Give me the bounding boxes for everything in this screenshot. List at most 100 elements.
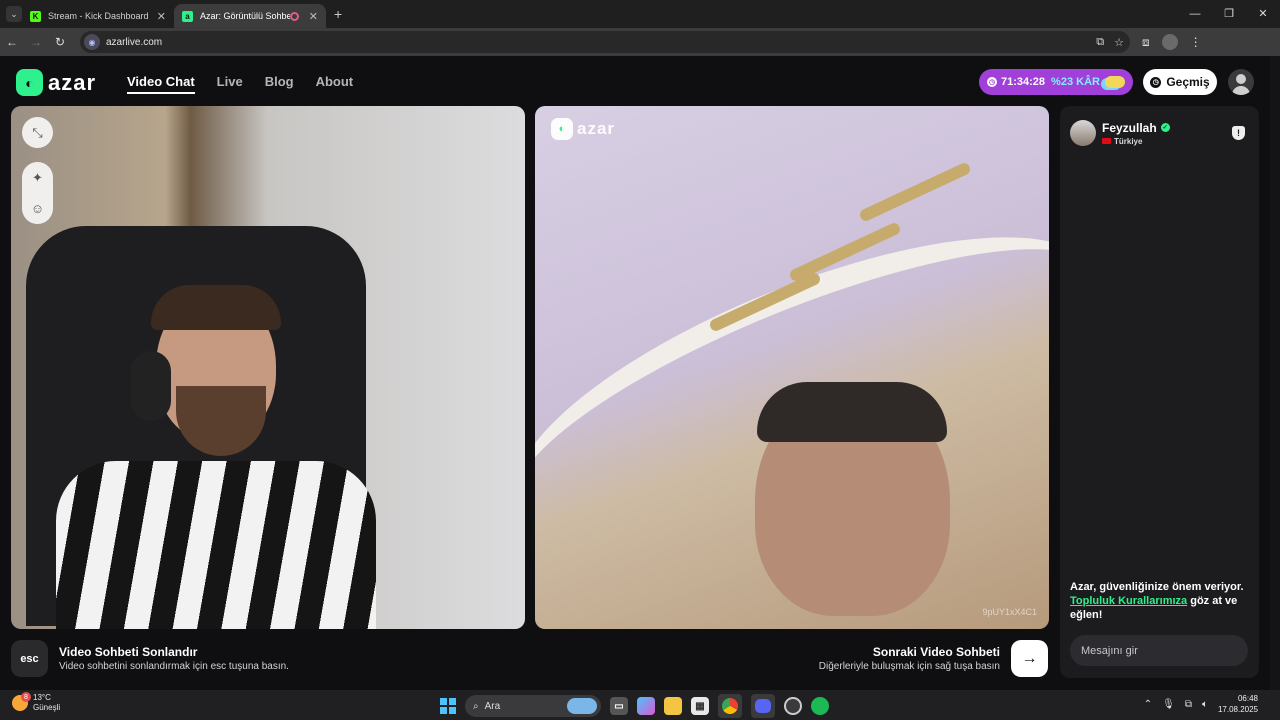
promo-timer-button[interactable]: ◷ 71:34:28 %23 KÂR bbox=[979, 69, 1133, 95]
next-chat-subtitle: Diğerleriyle buluşmak için sağ tuşa bası… bbox=[818, 661, 1000, 672]
discord-icon[interactable] bbox=[751, 694, 775, 718]
menu-icon[interactable]: ⋮ bbox=[1190, 35, 1202, 49]
forward-icon[interactable]: → bbox=[24, 35, 48, 49]
store-icon[interactable]: ▦ bbox=[691, 697, 709, 715]
close-tab-icon[interactable]: ✕ bbox=[157, 10, 166, 23]
safety-notice: Azar, güvenliğinize önem veriyor. Toplul… bbox=[1070, 580, 1252, 622]
bookmark-star-icon[interactable]: ☆ bbox=[1114, 36, 1124, 49]
gems-icon bbox=[1104, 76, 1125, 88]
search-highlight-icon bbox=[567, 698, 597, 714]
azar-favicon-icon: a bbox=[182, 10, 193, 22]
self-person bbox=[56, 285, 376, 629]
peer-country-row: Türkiye bbox=[1102, 137, 1170, 146]
search-icon: ⌕ bbox=[473, 700, 479, 712]
url-field[interactable]: ◉ azarlive.com ⧉ ☆ bbox=[80, 31, 1130, 53]
close-tab-icon[interactable]: ✕ bbox=[309, 10, 318, 23]
minimize-icon[interactable]: — bbox=[1178, 0, 1212, 28]
next-chat-title: Sonraki Video Sohbeti bbox=[872, 645, 1000, 659]
clock[interactable]: 06:48 17.08.2025 bbox=[1218, 693, 1258, 715]
microphone-icon[interactable]: 🎙︎ bbox=[1162, 699, 1175, 710]
timer-icon: ◷ bbox=[987, 77, 997, 87]
temperature: 13°C bbox=[33, 693, 51, 702]
taskbar-apps: ⌕ Ara ▭ ▦ bbox=[440, 694, 829, 718]
copilot-icon[interactable] bbox=[637, 697, 655, 715]
peer-country: Türkiye bbox=[1114, 136, 1143, 146]
taskbar-search[interactable]: ⌕ Ara bbox=[465, 695, 601, 717]
reload-icon[interactable]: ↻ bbox=[48, 35, 72, 49]
report-icon[interactable]: ! bbox=[1232, 126, 1245, 140]
promo-profit: %23 KÂR bbox=[1051, 76, 1100, 88]
azar-watermark: ◐ azar bbox=[551, 118, 615, 140]
effects-control-group: ✦ ☺ bbox=[22, 162, 53, 224]
address-bar: ← → ↻ ◉ azarlive.com ⧉ ☆ ⧈ ⋮ bbox=[0, 28, 1280, 56]
sparkle-filter-icon[interactable]: ✦ bbox=[22, 162, 53, 193]
back-icon[interactable]: ← bbox=[0, 35, 24, 49]
window-controls: — ❐ ✕ bbox=[1178, 0, 1280, 28]
azar-page: ◐ azar Video Chat Live Blog About ◷ 71:3… bbox=[0, 56, 1280, 690]
history-clock-icon: ◷ bbox=[1150, 76, 1162, 88]
watermark-text: azar bbox=[577, 119, 616, 138]
end-chat-button[interactable]: esc bbox=[11, 640, 48, 677]
tab-title: Azar: Görüntülü Sohbet, Ar bbox=[200, 11, 290, 21]
recording-icon bbox=[289, 11, 299, 21]
nav-blog[interactable]: Blog bbox=[265, 74, 294, 94]
obs-icon[interactable] bbox=[784, 697, 802, 715]
verified-icon: ✓ bbox=[1160, 123, 1170, 132]
profile-avatar[interactable] bbox=[1161, 34, 1178, 50]
date: 17.08.2025 bbox=[1217, 705, 1258, 714]
taskbar: 8 13°C Güneşli ⌕ Ara ▭ ▦ ⌃ 🎙︎ ⧉ 🔈︎ 06:48… bbox=[0, 690, 1280, 720]
url-text: azarlive.com bbox=[106, 36, 163, 48]
system-tray: ⌃ 🎙︎ ⧉ 🔈︎ 06:48 17.08.2025 bbox=[1144, 693, 1258, 715]
watermark-logo-icon: ◐ bbox=[551, 118, 573, 140]
restore-icon[interactable]: ❐ bbox=[1212, 0, 1246, 28]
new-tab-icon[interactable]: + bbox=[334, 6, 342, 22]
arrow-right-icon: → bbox=[1021, 649, 1038, 667]
message-input[interactable] bbox=[1070, 635, 1248, 666]
nav-about[interactable]: About bbox=[316, 74, 354, 94]
weather-badge: 8 bbox=[21, 692, 31, 702]
nav-video-chat[interactable]: Video Chat bbox=[127, 74, 195, 94]
file-explorer-icon[interactable] bbox=[664, 697, 682, 715]
page-scrollbar[interactable] bbox=[1270, 56, 1280, 690]
network-icon[interactable]: ⧉ bbox=[1185, 699, 1192, 710]
tray-chevron-icon[interactable]: ⌃ bbox=[1144, 699, 1152, 710]
chat-panel: Feyzullah ✓ Türkiye ! Azar, güvenliğiniz… bbox=[1060, 106, 1259, 678]
shrink-video-icon[interactable]: ⤡ bbox=[22, 117, 53, 148]
turkey-flag-icon bbox=[1102, 138, 1111, 144]
tab-search-icon[interactable]: ⌄ bbox=[6, 6, 22, 22]
minimize-video-control: ⤡ bbox=[22, 117, 53, 148]
safety-text: Azar, güvenliğinize önem veriyor. bbox=[1070, 581, 1244, 593]
time: 06:48 bbox=[1237, 694, 1258, 703]
history-button[interactable]: ◷ Geçmiş bbox=[1143, 69, 1217, 95]
community-rules-link[interactable]: Topluluk Kurallarımıza bbox=[1070, 595, 1187, 607]
volume-icon[interactable]: 🔈︎ bbox=[1202, 699, 1208, 710]
peer-video: ◐ azar 9pUY1xX4C1 bbox=[535, 106, 1049, 629]
next-chat-button[interactable]: → bbox=[1011, 640, 1048, 677]
spotify-icon[interactable] bbox=[811, 697, 829, 715]
face-mask-icon[interactable]: ☺ bbox=[22, 193, 53, 224]
windows-start-icon[interactable] bbox=[440, 698, 456, 714]
video-code: 9pUY1xX4C1 bbox=[982, 607, 1037, 617]
tab-title: Stream - Kick Dashboard bbox=[48, 11, 149, 21]
cast-icon[interactable]: ⧉ bbox=[1096, 36, 1104, 49]
azar-logo-icon: ◐ bbox=[16, 69, 43, 96]
tab-kick-dashboard[interactable]: K Stream - Kick Dashboard ✕ bbox=[22, 4, 174, 28]
close-window-icon[interactable]: ✕ bbox=[1246, 0, 1280, 28]
peer-avatar[interactable] bbox=[1070, 120, 1096, 146]
kick-favicon-icon: K bbox=[30, 10, 41, 22]
azar-logo[interactable]: ◐ azar bbox=[16, 69, 96, 96]
site-settings-icon[interactable]: ◉ bbox=[84, 34, 100, 50]
peer-info: Feyzullah ✓ Türkiye bbox=[1070, 120, 1170, 146]
logo-text: azar bbox=[48, 69, 97, 95]
tab-azar[interactable]: a Azar: Görüntülü Sohbet, Ar ✕ bbox=[174, 4, 326, 28]
nav-live[interactable]: Live bbox=[217, 74, 243, 94]
search-placeholder: Ara bbox=[484, 700, 501, 712]
user-avatar-icon[interactable] bbox=[1228, 69, 1254, 95]
extensions-icon[interactable]: ⧈ bbox=[1142, 35, 1150, 50]
chrome-icon[interactable] bbox=[718, 694, 742, 718]
weather-desc: Güneşli bbox=[33, 703, 61, 712]
main-nav: Video Chat Live Blog About bbox=[127, 74, 353, 94]
weather-widget[interactable]: 8 13°C Güneşli bbox=[12, 692, 61, 713]
sun-icon: 8 bbox=[12, 692, 31, 711]
task-view-icon[interactable]: ▭ bbox=[610, 697, 628, 715]
